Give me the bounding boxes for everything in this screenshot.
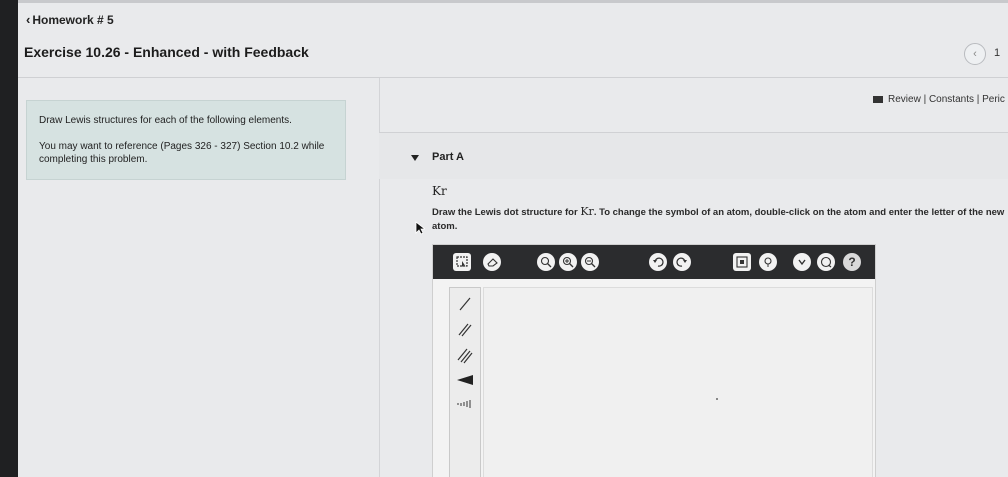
chevron-left-icon: ‹	[973, 48, 977, 60]
top-border	[18, 0, 1008, 3]
single-bond-icon[interactable]	[454, 294, 476, 314]
zoom-fit-icon[interactable]	[537, 253, 555, 271]
part-a-header[interactable]: Part A	[379, 132, 1008, 179]
screen: ‹ Homework # 5 Exercise 10.26 - Enhanced…	[18, 0, 1008, 477]
intro-panel: Draw Lewis structures for each of the fo…	[26, 100, 346, 180]
lightbulb-icon[interactable]	[759, 253, 777, 271]
hash-bond-icon[interactable]	[454, 394, 476, 414]
drawing-canvas[interactable]	[483, 287, 873, 477]
eraser-icon[interactable]	[483, 253, 501, 271]
zoom-out-icon[interactable]	[581, 253, 599, 271]
review-links-text[interactable]: Review | Constants | Peric	[888, 94, 1005, 105]
part-a-label: Part A	[432, 151, 464, 163]
instruction-text-1: Draw the Lewis dot structure for	[432, 207, 581, 218]
header-divider	[18, 77, 1008, 78]
template-icon[interactable]	[733, 253, 751, 271]
back-link-label: Homework # 5	[32, 13, 114, 27]
double-bond-icon[interactable]	[454, 320, 476, 340]
intro-line-1: Draw Lewis structures for each of the fo…	[39, 115, 292, 126]
help-icon[interactable]: ?	[843, 253, 861, 271]
undo-icon[interactable]	[649, 253, 667, 271]
editor-toolbar: ?	[433, 245, 875, 279]
part-a-instruction: Draw the Lewis dot structure for Kr. To …	[432, 205, 1008, 234]
intro-line-2: You may want to reference (Pages 326 - 3…	[39, 141, 325, 165]
chevron-left-icon: ‹	[26, 12, 31, 27]
review-links[interactable]: Review | Constants | Peric	[873, 94, 1005, 105]
book-icon	[873, 96, 883, 103]
bond-tool-palette	[449, 287, 481, 477]
info-icon[interactable]	[817, 253, 835, 271]
chevron-down-icon[interactable]	[793, 253, 811, 271]
homework-back-link[interactable]: ‹ Homework # 5	[26, 13, 114, 27]
pager-number: 1	[994, 47, 1001, 59]
zoom-in-icon[interactable]	[559, 253, 577, 271]
instruction-symbol: Kr	[580, 205, 594, 218]
select-icon[interactable]	[453, 253, 471, 271]
previous-button[interactable]: ‹	[964, 43, 986, 65]
wedge-bond-icon[interactable]	[454, 370, 476, 390]
triple-bond-icon[interactable]	[454, 346, 476, 366]
page-title: Exercise 10.26 - Enhanced - with Feedbac…	[24, 44, 309, 60]
lewis-structure-editor[interactable]: ?	[432, 244, 876, 477]
redo-icon[interactable]	[673, 253, 691, 271]
caret-down-icon[interactable]	[411, 155, 419, 161]
element-symbol: Kr	[432, 184, 447, 198]
mouse-cursor-icon	[415, 221, 425, 235]
canvas-dot	[716, 398, 718, 400]
